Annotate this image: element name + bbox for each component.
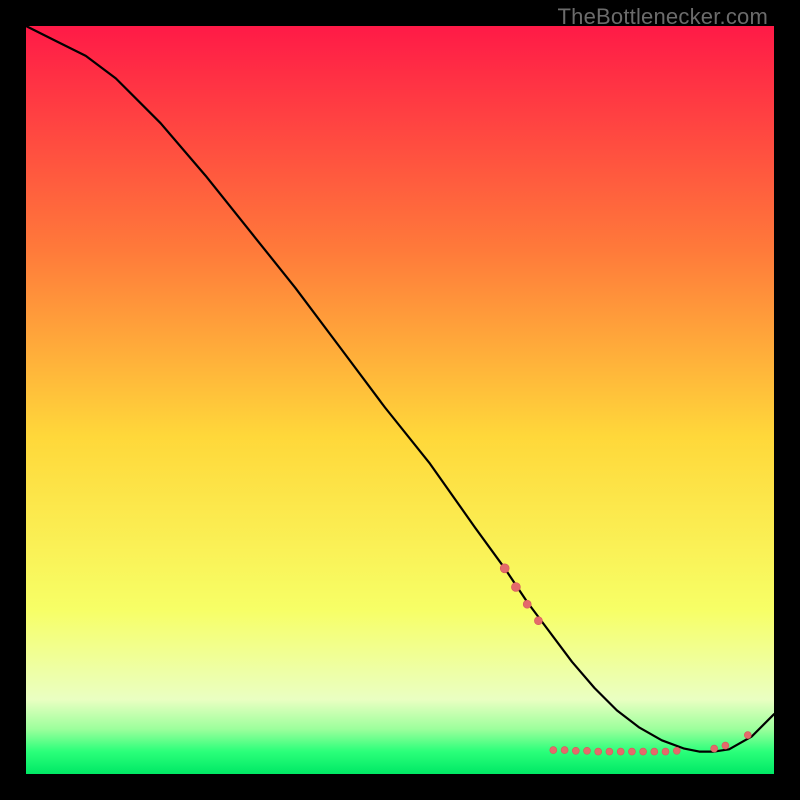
data-marker: [523, 600, 531, 608]
data-marker: [640, 748, 647, 755]
chart-frame: [26, 26, 774, 774]
data-marker: [500, 564, 509, 573]
data-marker: [744, 732, 751, 739]
data-marker: [711, 745, 718, 752]
chart-background-gradient: [26, 26, 774, 774]
data-marker: [561, 747, 568, 754]
data-marker: [584, 747, 591, 754]
data-marker: [651, 748, 658, 755]
data-marker: [617, 748, 624, 755]
chart-svg: [26, 26, 774, 774]
data-marker: [534, 617, 542, 625]
data-marker: [606, 748, 613, 755]
data-marker: [511, 583, 520, 592]
data-marker: [673, 747, 680, 754]
data-marker: [595, 748, 602, 755]
data-marker: [572, 747, 579, 754]
data-marker: [662, 748, 669, 755]
data-marker: [722, 742, 729, 749]
data-marker: [628, 748, 635, 755]
data-marker: [550, 747, 557, 754]
